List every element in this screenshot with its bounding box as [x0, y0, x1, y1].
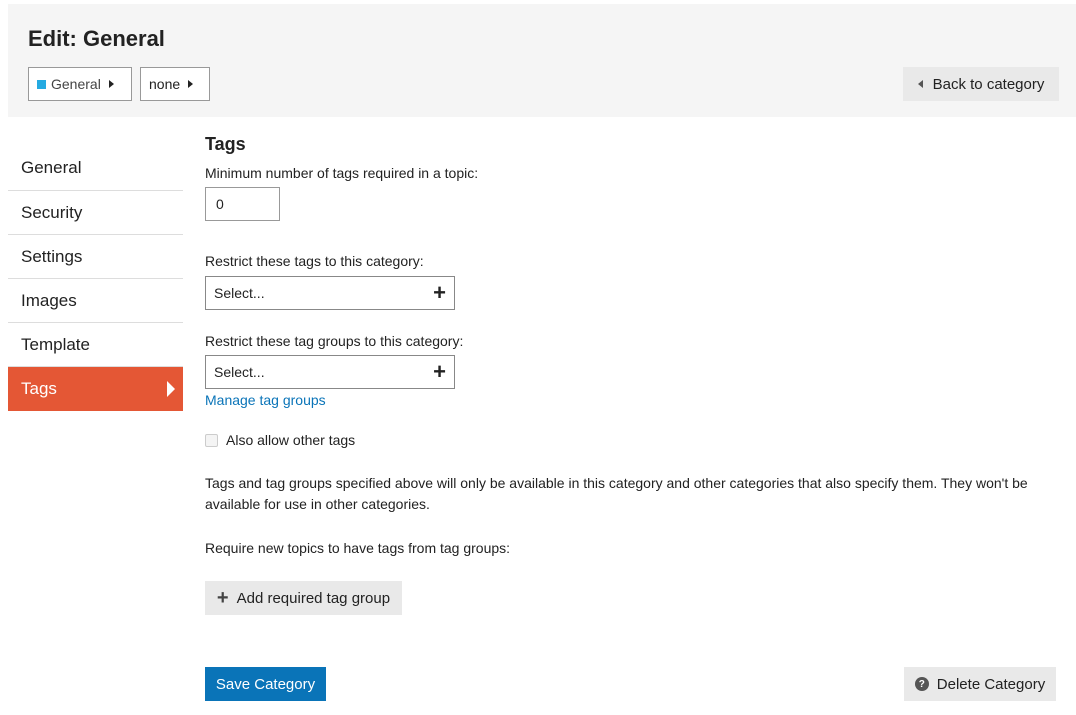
caret-right-icon	[167, 381, 175, 397]
select-placeholder: Select...	[214, 364, 265, 380]
nav-item-label: Tags	[21, 379, 57, 398]
page-header: Edit: General General none Back to categ…	[8, 4, 1076, 117]
back-button-label: Back to category	[932, 75, 1045, 93]
question-circle-icon: ?	[914, 677, 929, 691]
nav-item-label: Images	[21, 290, 77, 310]
nav-item-general[interactable]: General	[8, 146, 183, 191]
nav-item-template[interactable]: Template	[8, 323, 183, 367]
section-title: Tags	[205, 134, 246, 154]
restrict-tags-select[interactable]: Select... +	[205, 276, 455, 310]
nav-item-images[interactable]: Images	[8, 279, 183, 323]
page-title: Edit: General	[28, 26, 165, 51]
select-placeholder: Select...	[214, 285, 265, 301]
restrict-groups-label: Restrict these tag groups to this catego…	[205, 333, 464, 349]
plus-icon: +	[216, 587, 229, 609]
breadcrumb-label: General	[51, 76, 101, 92]
allow-other-tags-row: Also allow other tags	[205, 432, 355, 448]
add-required-label: Add required tag group	[236, 589, 391, 607]
tags-description: Tags and tag groups specified above will…	[205, 475, 1028, 512]
allow-other-tags-label: Also allow other tags	[226, 432, 356, 448]
nav-item-label: Settings	[21, 246, 83, 266]
caret-right-icon	[188, 80, 194, 88]
nav-item-security[interactable]: Security	[8, 191, 183, 235]
nav-item-label: General	[21, 158, 82, 177]
back-to-category-button[interactable]: Back to category	[903, 67, 1059, 101]
add-required-tag-group-button[interactable]: + Add required tag group	[205, 581, 402, 615]
restrict-tags-label: Restrict these tags to this category:	[205, 253, 424, 269]
category-color-swatch	[37, 79, 46, 89]
caret-right-icon	[108, 80, 114, 88]
delete-category-button[interactable]: ? Delete Category	[904, 667, 1056, 701]
manage-tag-groups-link[interactable]: Manage tag groups	[205, 392, 326, 408]
min-tags-input[interactable]	[205, 187, 280, 221]
category-breadcrumb-dropdown[interactable]: General	[28, 67, 132, 101]
nav-item-settings[interactable]: Settings	[8, 235, 183, 279]
delete-button-label: Delete Category	[936, 675, 1046, 693]
nav-item-label: Security	[21, 202, 83, 222]
plus-icon: +	[433, 359, 446, 384]
edit-category-nav: General Security Settings Images Templat…	[8, 146, 183, 411]
plus-icon: +	[433, 280, 446, 305]
save-category-button[interactable]: Save Category	[205, 667, 326, 701]
caret-left-icon	[917, 80, 923, 88]
min-tags-label: Minimum number of tags required in a top…	[205, 165, 479, 181]
nav-item-tags[interactable]: Tags	[8, 367, 183, 411]
allow-other-tags-checkbox[interactable]	[205, 433, 218, 447]
require-tag-groups-label: Require new topics to have tags from tag…	[205, 540, 511, 556]
restrict-tag-groups-select[interactable]: Select... +	[205, 355, 455, 389]
nav-item-label: Template	[21, 334, 90, 354]
subcategory-breadcrumb-dropdown[interactable]: none	[140, 67, 210, 101]
breadcrumb-label: none	[149, 76, 181, 92]
